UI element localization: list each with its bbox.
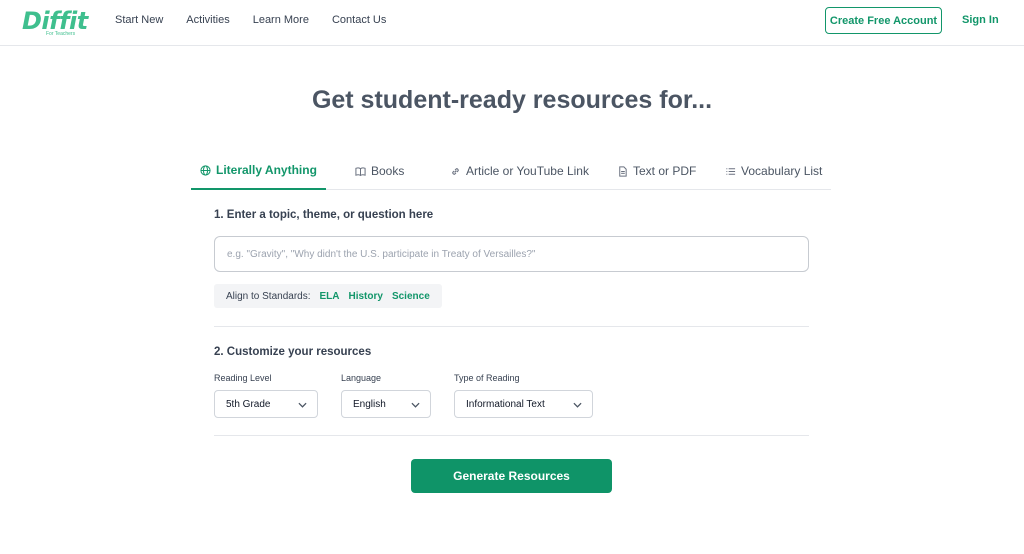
nav-start-new[interactable]: Start New	[115, 14, 163, 26]
tab-label: Text or PDF	[633, 164, 697, 178]
language-select[interactable]: English	[341, 390, 431, 418]
link-icon	[452, 167, 459, 175]
reading-level-label: Reading Level	[214, 373, 272, 383]
tab-books[interactable]: Books	[355, 152, 404, 190]
language-value: English	[353, 398, 386, 410]
sign-in-link[interactable]: Sign In	[962, 14, 999, 26]
main-nav: Start New Activities Learn More Contact …	[115, 14, 409, 26]
nav-learn-more[interactable]: Learn More	[253, 14, 309, 26]
chevron-down-icon	[298, 402, 307, 408]
reading-type-select[interactable]: Informational Text	[454, 390, 593, 418]
reading-type-value: Informational Text	[466, 398, 545, 410]
generate-resources-button[interactable]: Generate Resources	[411, 459, 612, 493]
standard-history-link[interactable]: History	[349, 291, 383, 302]
section-divider	[214, 435, 809, 436]
topic-section-label: 1. Enter a topic, theme, or question her…	[214, 209, 434, 221]
nav-contact-us[interactable]: Contact Us	[332, 14, 386, 26]
tab-label: Vocabulary List	[741, 164, 823, 178]
chevron-down-icon	[411, 402, 420, 408]
page-title: Get student-ready resources for...	[311, 86, 713, 114]
standard-science-link[interactable]: Science	[392, 291, 430, 302]
reading-type-label: Type of Reading	[454, 373, 520, 383]
diffit-logo[interactable]: Diffit For Teachers	[22, 7, 88, 39]
reading-level-value: 5th Grade	[226, 398, 271, 410]
chevron-down-icon	[573, 402, 582, 408]
tab-vocabulary-list[interactable]: Vocabulary List	[725, 152, 822, 190]
standards-bar: Align to Standards: ELA History Science	[214, 284, 442, 308]
logo-subtitle: For Teachers	[46, 31, 76, 37]
tab-label: Books	[371, 164, 405, 178]
top-header: Diffit For Teachers Start New Activities…	[0, 0, 1024, 46]
tab-literally-anything[interactable]: Literally Anything	[191, 152, 326, 190]
document-icon	[619, 165, 627, 177]
tab-text-or-pdf[interactable]: Text or PDF	[617, 152, 696, 190]
reading-level-select[interactable]: 5th Grade	[214, 390, 318, 418]
language-label: Language	[341, 373, 382, 383]
book-icon	[355, 166, 366, 176]
nav-activities[interactable]: Activities	[186, 14, 229, 26]
customize-section-label: 2. Customize your resources	[214, 346, 372, 358]
topic-input[interactable]	[214, 236, 809, 272]
source-tabs: Literally Anything Books Article or YouT…	[191, 152, 831, 190]
tab-label: Literally Anything	[216, 163, 317, 177]
section-divider	[214, 326, 809, 327]
tab-article-youtube-link[interactable]: Article or YouTube Link	[450, 152, 589, 190]
globe-icon	[200, 164, 211, 176]
tab-label: Article or YouTube Link	[466, 164, 589, 178]
standards-label: Align to Standards:	[226, 290, 311, 302]
list-icon	[726, 167, 736, 175]
standard-ela-link[interactable]: ELA	[320, 291, 340, 302]
create-free-account-button[interactable]: Create Free Account	[825, 7, 942, 34]
